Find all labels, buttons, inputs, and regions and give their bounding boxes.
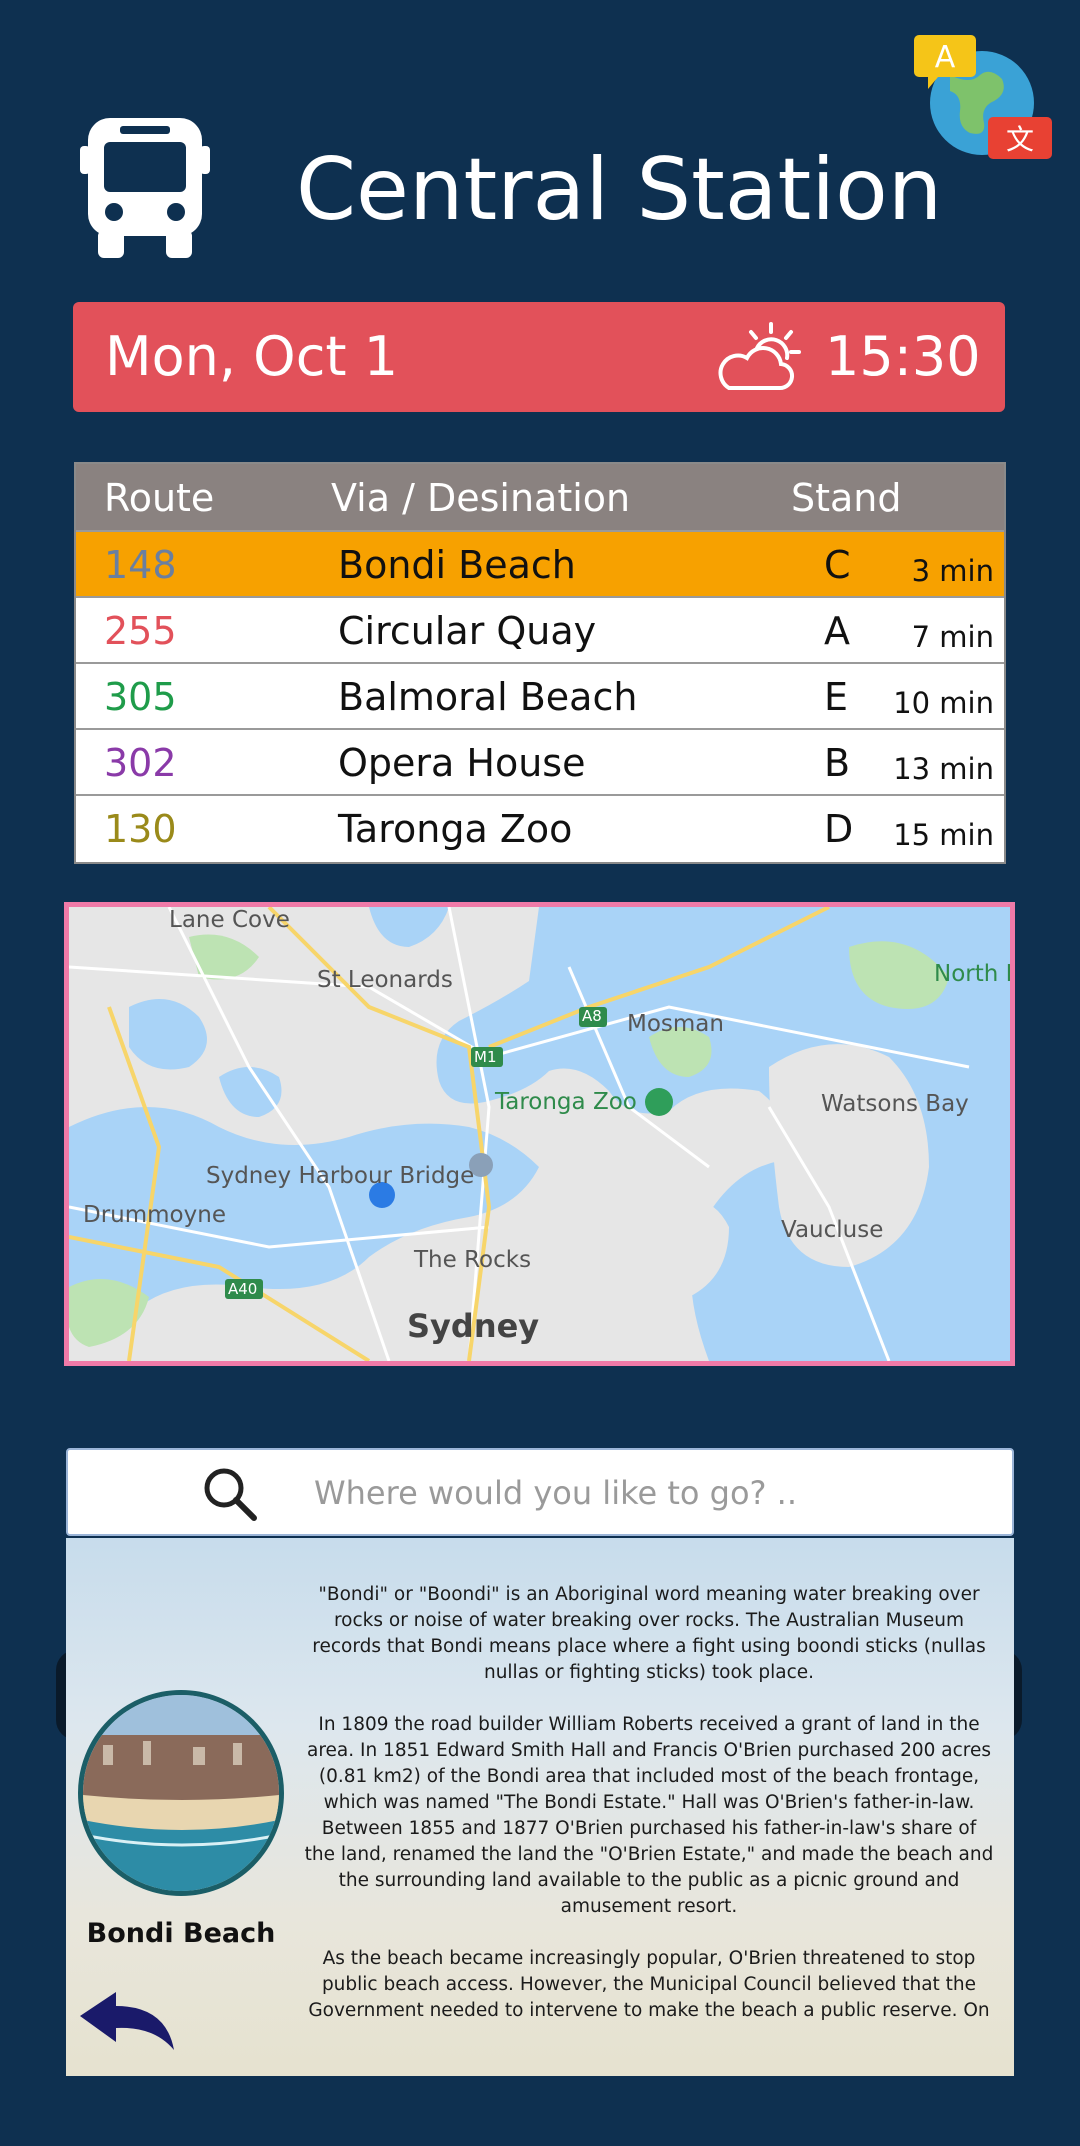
map-label-mosman: Mosman <box>627 1011 724 1037</box>
photo-caption: Bondi Beach <box>86 1918 276 1949</box>
header-route: Route <box>104 476 215 520</box>
route-number: 305 <box>104 675 177 719</box>
eta-label: 13 min <box>893 752 994 786</box>
stand-letter: E <box>824 675 849 719</box>
map-label-lane-cove: Lane Cove <box>169 907 290 933</box>
map-label-a8: A8 <box>582 1007 602 1025</box>
map-label-drummoyne: Drummoyne <box>83 1202 226 1228</box>
svg-text:文: 文 <box>1006 123 1034 156</box>
time-label: 15:30 <box>825 325 981 388</box>
area-map[interactable]: Lane Cove St Leonards North H A8 Mosman … <box>64 902 1015 1366</box>
destination-name: Bondi Beach <box>338 543 576 587</box>
route-number: 130 <box>104 807 177 851</box>
table-header: Route Via / Desination Stand <box>76 464 1004 530</box>
destination-name: Balmoral Beach <box>338 675 638 719</box>
language-globe-icon[interactable]: A 文 <box>910 35 1055 165</box>
eta-label: 7 min <box>911 620 994 654</box>
departure-row[interactable]: 255 Circular Quay A 7 min <box>76 596 1004 662</box>
route-number: 148 <box>104 543 177 587</box>
destination-name: Circular Quay <box>338 609 597 653</box>
eta-label: 15 min <box>893 818 994 852</box>
search-input[interactable] <box>312 1464 966 1522</box>
header-destination: Via / Desination <box>331 476 631 520</box>
map-label-harbour-bridge: Sydney Harbour Bridge <box>206 1163 475 1189</box>
description-paragraph: As the beach became increasingly popular… <box>308 1948 990 2021</box>
date-label: Mon, Oct 1 <box>105 325 399 388</box>
stand-letter: C <box>824 543 851 587</box>
destination-name: Opera House <box>338 741 586 785</box>
map-label-vaucluse: Vaucluse <box>781 1217 884 1243</box>
map-label-st-leonards: St Leonards <box>317 967 453 993</box>
destination-info-panel: "Bondi" or "Boondi" is an Aboriginal wor… <box>66 1538 1014 2076</box>
date-time-bar: Mon, Oct 1 15:30 <box>73 302 1005 412</box>
bus-icon <box>80 118 210 258</box>
page-title: Central Station <box>296 140 943 240</box>
departure-row[interactable]: 130 Taronga Zoo D 15 min <box>76 794 1004 860</box>
eta-label: 3 min <box>911 554 994 588</box>
departure-row[interactable]: 302 Opera House B 13 min <box>76 728 1004 794</box>
route-number: 302 <box>104 741 177 785</box>
search-bar[interactable] <box>66 1448 1014 1536</box>
map-label-taronga-zoo: Taronga Zoo <box>495 1089 637 1115</box>
destination-description: "Bondi" or "Boondi" is an Aboriginal wor… <box>304 1582 994 2050</box>
departures-table: Route Via / Desination Stand 148 Bondi Be… <box>74 462 1006 864</box>
search-icon[interactable] <box>202 1466 258 1522</box>
destination-photo <box>78 1690 284 1896</box>
map-canvas <box>69 907 1010 1361</box>
header-stand: Stand <box>791 476 902 520</box>
departure-row[interactable]: 148 Bondi Beach C 3 min <box>76 530 1004 596</box>
map-label-a40: A40 <box>228 1280 258 1298</box>
route-number: 255 <box>104 609 177 653</box>
eta-label: 10 min <box>893 686 994 720</box>
map-label-north: North H <box>934 961 1015 987</box>
map-label-sydney: Sydney <box>407 1307 540 1345</box>
stand-letter: A <box>824 609 850 653</box>
departure-row[interactable]: 305 Balmoral Beach E 10 min <box>76 662 1004 728</box>
description-paragraph: "Bondi" or "Boondi" is an Aboriginal wor… <box>312 1584 986 1683</box>
map-label-watsons-bay: Watsons Bay <box>821 1091 969 1117</box>
destination-name: Taronga Zoo <box>338 807 573 851</box>
stand-letter: D <box>824 807 854 851</box>
back-arrow-icon[interactable] <box>76 1988 186 2058</box>
partly-sunny-icon <box>718 322 801 391</box>
stand-letter: B <box>824 741 851 785</box>
map-label-the-rocks: The Rocks <box>414 1247 532 1273</box>
map-label-m1: M1 <box>474 1048 497 1066</box>
description-paragraph: In 1809 the road builder William Roberts… <box>304 1714 994 1917</box>
svg-text:A: A <box>935 40 956 75</box>
